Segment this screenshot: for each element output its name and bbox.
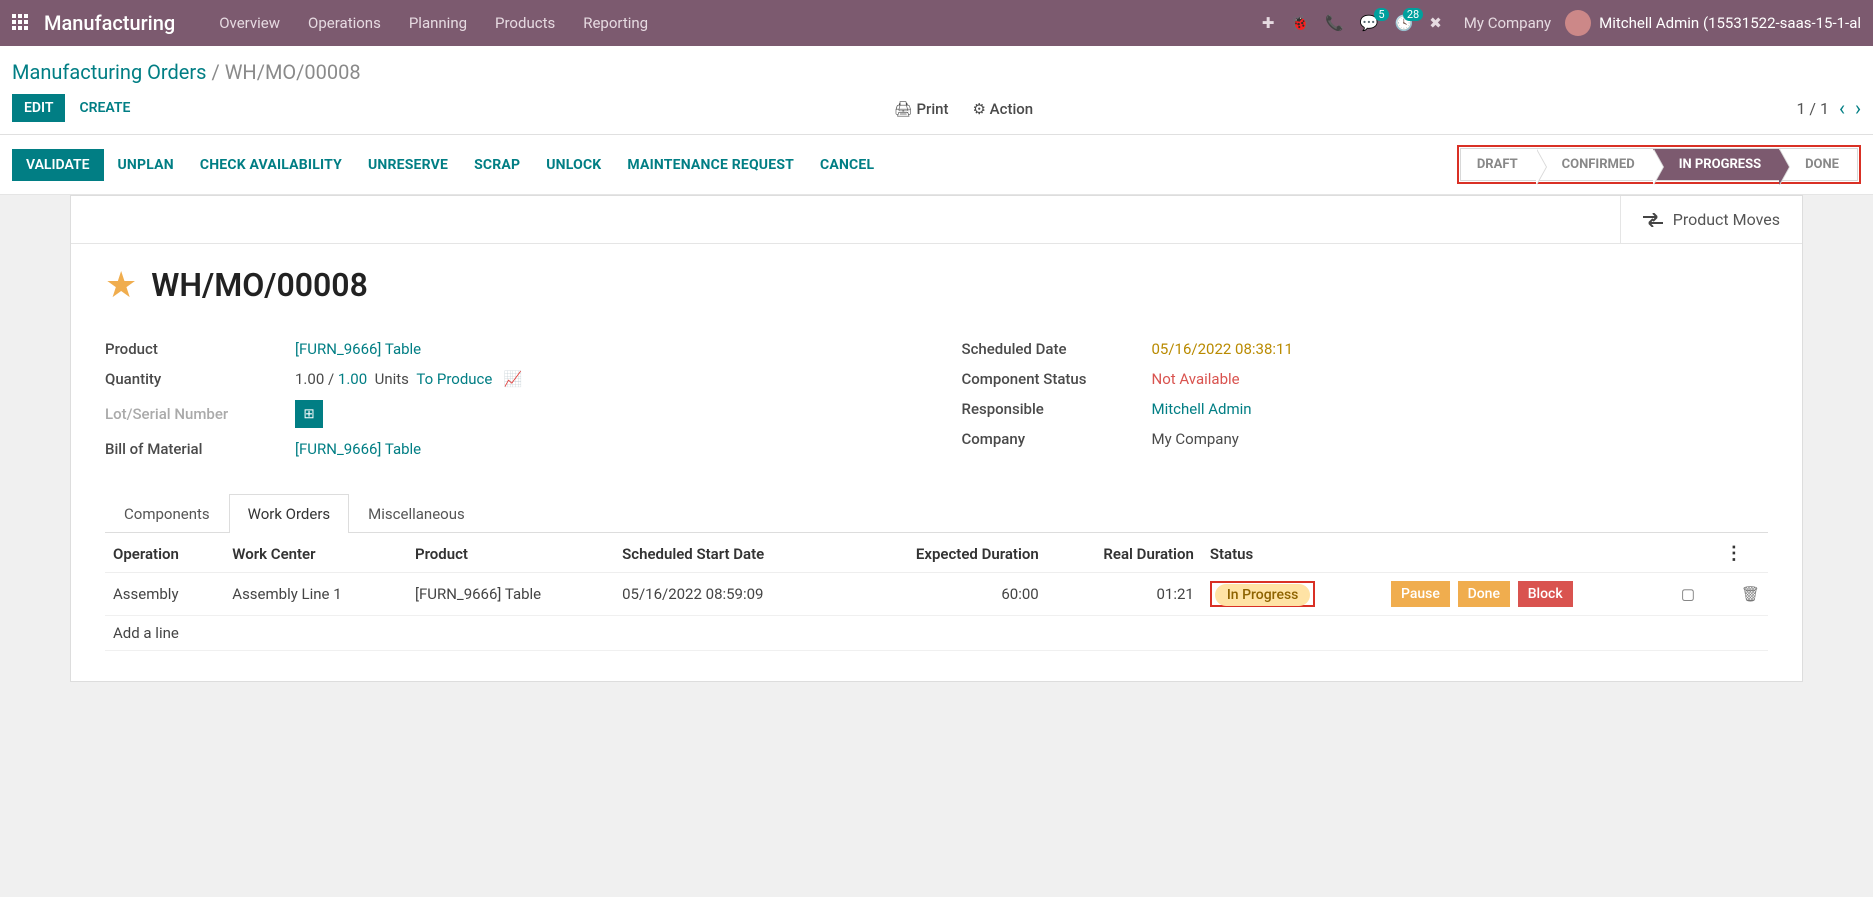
block-button[interactable]: Block <box>1518 581 1573 607</box>
apps-icon[interactable] <box>12 14 30 32</box>
nav-reporting[interactable]: Reporting <box>583 14 648 32</box>
tablet-icon[interactable]: ▢ <box>1681 585 1695 603</box>
pause-button[interactable]: Pause <box>1391 581 1450 607</box>
responsible-label: Responsible <box>962 400 1152 418</box>
breadcrumb-current: WH/MO/00008 <box>225 60 361 84</box>
tab-components[interactable]: Components <box>105 494 229 533</box>
unreserve-button[interactable]: UNRESERVE <box>368 157 448 173</box>
columns-menu-icon[interactable]: ⋮ <box>1717 533 1768 573</box>
maintenance-request-button[interactable]: MAINTENANCE REQUEST <box>627 157 794 173</box>
chevron-left-icon[interactable]: ‹ <box>1839 96 1845 120</box>
scrap-button[interactable]: SCRAP <box>474 157 520 173</box>
cell-expected-duration: 60:00 <box>844 573 1046 616</box>
stage-done[interactable]: DONE <box>1779 148 1858 181</box>
validate-button[interactable]: VALIDATE <box>12 149 104 181</box>
col-expected-duration: Expected Duration <box>844 533 1046 573</box>
status-bar: DRAFT CONFIRMED IN PROGRESS DONE <box>1457 145 1861 184</box>
status-badge: In Progress <box>1215 584 1311 606</box>
bom-label: Bill of Material <box>105 440 295 458</box>
col-operation: Operation <box>105 533 224 573</box>
breadcrumb-root[interactable]: Manufacturing Orders <box>12 60 207 84</box>
phone-icon[interactable]: 📞 <box>1325 14 1344 32</box>
company-value: My Company <box>1152 430 1239 448</box>
create-button[interactable]: CREATE <box>79 100 130 116</box>
nav-operations[interactable]: Operations <box>308 14 381 32</box>
form-sheet: Product Moves ★ WH/MO/00008 Product[FURN… <box>70 195 1803 682</box>
lot-label: Lot/Serial Number <box>105 405 295 423</box>
stage-draft[interactable]: DRAFT <box>1460 148 1536 181</box>
activities-icon[interactable]: 🕓28 <box>1395 14 1414 32</box>
col-scheduled-start: Scheduled Start Date <box>614 533 844 573</box>
nav-planning[interactable]: Planning <box>409 14 467 32</box>
done-button[interactable]: Done <box>1458 581 1510 607</box>
product-label: Product <box>105 340 295 358</box>
control-bar: EDIT CREATE 🖨 Print ⚙ Action 1 / 1 ‹ › <box>0 88 1873 135</box>
cell-scheduled-start: 05/16/2022 08:59:09 <box>614 573 844 616</box>
action-menu[interactable]: ⚙ Action <box>972 100 1033 118</box>
col-status: Status <box>1202 533 1379 573</box>
tab-miscellaneous[interactable]: Miscellaneous <box>349 494 484 533</box>
sched-date-value: 05/16/2022 08:38:11 <box>1152 340 1293 358</box>
trash-icon[interactable]: 🗑 <box>1741 585 1760 603</box>
cell-product: [FURN_9666] Table <box>407 573 614 616</box>
nav-overview[interactable]: Overview <box>219 14 280 32</box>
add-lot-button[interactable]: ⊞ <box>295 400 323 428</box>
user-menu[interactable]: Mitchell Admin (15531522-saas-15-1-al <box>1599 14 1861 32</box>
chart-icon[interactable]: 📈 <box>504 370 523 388</box>
col-work-center: Work Center <box>224 533 407 573</box>
col-product: Product <box>407 533 614 573</box>
swap-icon <box>1643 213 1663 227</box>
avatar[interactable] <box>1565 10 1591 36</box>
cancel-button[interactable]: CANCEL <box>820 157 874 173</box>
component-status-value: Not Available <box>1152 370 1240 388</box>
work-orders-table: Operation Work Center Product Scheduled … <box>105 533 1768 651</box>
edit-button[interactable]: EDIT <box>12 94 65 122</box>
stage-in-progress[interactable]: IN PROGRESS <box>1653 148 1779 181</box>
chevron-right-icon[interactable]: › <box>1855 96 1861 120</box>
add-line-link[interactable]: Add a line <box>105 616 1768 651</box>
quantity-label: Quantity <box>105 370 295 388</box>
responsible-value[interactable]: Mitchell Admin <box>1152 400 1252 418</box>
app-title[interactable]: Manufacturing <box>44 11 175 35</box>
col-real-duration: Real Duration <box>1047 533 1202 573</box>
company-label: Company <box>962 430 1152 448</box>
table-row[interactable]: Assembly Assembly Line 1 [FURN_9666] Tab… <box>105 573 1768 616</box>
product-moves-button[interactable]: Product Moves <box>1620 196 1802 243</box>
action-bar: VALIDATE UNPLAN CHECK AVAILABILITY UNRES… <box>0 135 1873 195</box>
msg-count: 5 <box>1374 8 1388 21</box>
product-value[interactable]: [FURN_9666] Table <box>295 340 421 358</box>
unplan-button[interactable]: UNPLAN <box>118 157 174 173</box>
tab-work-orders[interactable]: Work Orders <box>229 494 350 533</box>
messages-icon[interactable]: 💬5 <box>1360 14 1379 32</box>
unlock-button[interactable]: UNLOCK <box>546 157 601 173</box>
print-menu[interactable]: 🖨 Print <box>894 100 949 118</box>
plus-icon[interactable]: ✚ <box>1262 14 1275 32</box>
star-icon[interactable]: ★ <box>105 264 137 306</box>
breadcrumb-bar: Manufacturing Orders / WH/MO/00008 <box>0 46 1873 88</box>
breadcrumb: Manufacturing Orders / WH/MO/00008 <box>12 60 1861 84</box>
sched-date-label: Scheduled Date <box>962 340 1152 358</box>
nav-products[interactable]: Products <box>495 14 555 32</box>
component-status-label: Component Status <box>962 370 1152 388</box>
cell-work-center: Assembly Line 1 <box>224 573 407 616</box>
bug-icon[interactable]: 🐞 <box>1290 14 1309 32</box>
stage-confirmed[interactable]: CONFIRMED <box>1536 148 1653 181</box>
cell-operation: Assembly <box>105 573 224 616</box>
check-availability-button[interactable]: CHECK AVAILABILITY <box>200 157 342 173</box>
company-switcher[interactable]: My Company <box>1464 14 1551 32</box>
pager: 1 / 1 <box>1796 99 1829 118</box>
tools-icon[interactable]: ✖ <box>1429 14 1442 32</box>
top-navbar: Manufacturing Overview Operations Planni… <box>0 0 1873 46</box>
mo-title: WH/MO/00008 <box>151 266 368 304</box>
cell-real-duration: 01:21 <box>1047 573 1202 616</box>
act-count: 28 <box>1403 8 1423 21</box>
tabs: Components Work Orders Miscellaneous <box>105 494 1768 533</box>
bom-value[interactable]: [FURN_9666] Table <box>295 440 421 458</box>
